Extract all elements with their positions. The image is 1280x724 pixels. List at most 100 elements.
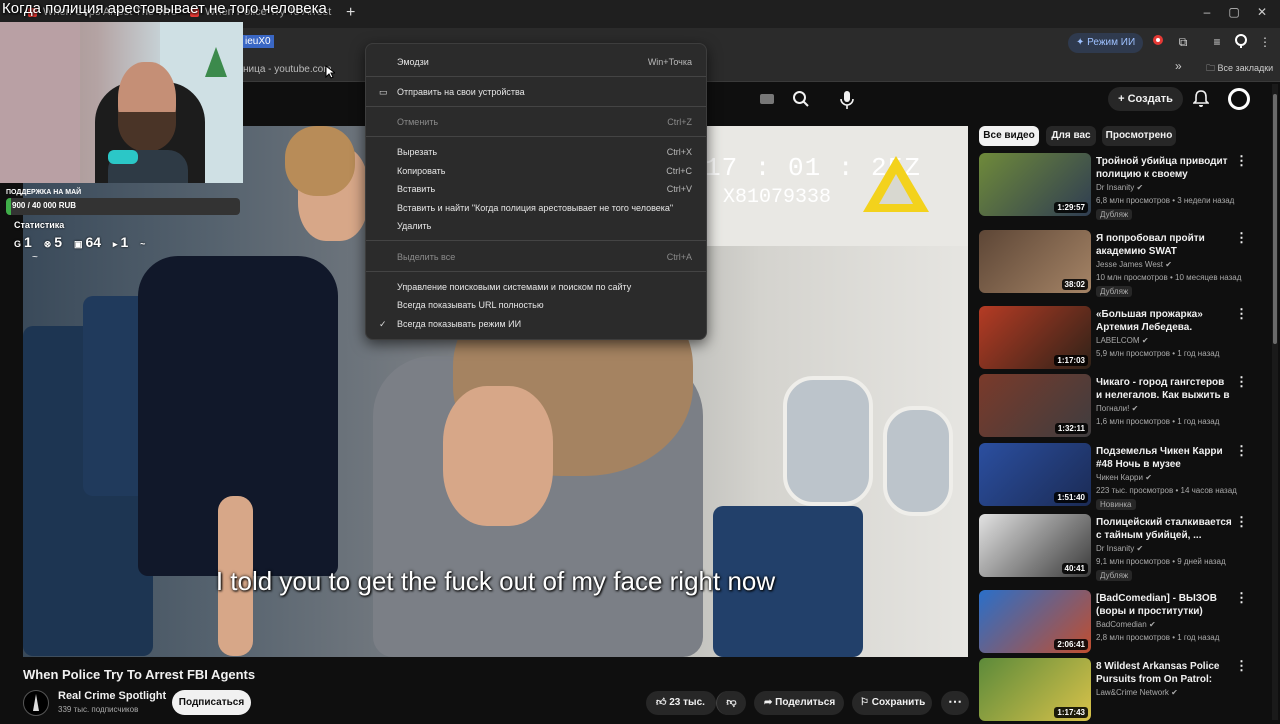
stream-stats: G1 ⊗ 5 ▣ 64 ▸ 1 ~ bbox=[14, 234, 148, 250]
donation-progress-text: 900 / 40 000 RUB bbox=[12, 201, 77, 210]
chip-watched[interactable]: Просмотрено bbox=[1102, 126, 1176, 146]
recommendation-thumbnail[interactable]: 1:17:43 bbox=[979, 658, 1091, 721]
share-button[interactable]: ➦ Поделиться bbox=[754, 691, 844, 715]
recommendation-item[interactable]: 1:51:40 Подземелья Чикен Карри #48 Ночь … bbox=[979, 443, 1249, 510]
recommendation-title[interactable]: Подземелья Чикен Карри #48 Ночь в музее … bbox=[1096, 445, 1232, 471]
airplane-window bbox=[883, 406, 953, 516]
recommendation-title[interactable]: Я попробовал пройти академию SWAT bbox=[1096, 232, 1232, 258]
stat-icon: ⊗ bbox=[43, 239, 52, 249]
context-menu-item[interactable]: ✓ Всегда показывать режим ИИ bbox=[366, 316, 706, 333]
recommendation-thumbnail[interactable]: 1:32:11 bbox=[979, 374, 1091, 437]
recommendation-channel[interactable]: LABELCOM ✔ bbox=[1096, 336, 1149, 345]
more-vert-icon[interactable]: ⋮ bbox=[1235, 590, 1248, 606]
microphone-icon[interactable] bbox=[838, 90, 856, 110]
recommendation-item[interactable]: 1:29:57 Тройной убийца приводит полицию … bbox=[979, 153, 1249, 220]
context-menu-item-label: Удалить bbox=[397, 221, 432, 231]
close-button[interactable]: ✕ bbox=[1253, 5, 1271, 23]
context-menu-item[interactable]: Копировать Ctrl+C bbox=[366, 163, 706, 180]
recommendation-channel[interactable]: Dr Insanity ✔ bbox=[1096, 183, 1143, 192]
omnibox-suggestion[interactable]: ница - youtube.com bbox=[243, 64, 332, 75]
recommendation-thumbnail[interactable]: 1:17:03 bbox=[979, 306, 1091, 369]
recommendation-channel[interactable]: BadComedian ✔ bbox=[1096, 620, 1156, 629]
browser-menu-icon[interactable]: ⋮ bbox=[1257, 34, 1273, 50]
chip-for-you[interactable]: Для вас bbox=[1046, 126, 1096, 146]
dislike-button[interactable]: 👎︎ bbox=[716, 691, 746, 715]
all-bookmarks-button[interactable]: 🗀 Все закладки bbox=[1206, 61, 1273, 77]
keyboard-icon[interactable] bbox=[760, 94, 774, 104]
recommendation-channel[interactable]: Law&Crime Network ✔ bbox=[1096, 688, 1178, 697]
more-vert-icon[interactable]: ⋮ bbox=[1235, 658, 1248, 674]
recommendation-title[interactable]: 8 Wildest Arkansas Police Pursuits from … bbox=[1096, 660, 1232, 686]
channel-avatar[interactable] bbox=[23, 690, 49, 716]
more-vert-icon[interactable]: ⋮ bbox=[1235, 443, 1248, 459]
save-button[interactable]: ⚐ Сохранить bbox=[852, 691, 932, 715]
context-menu-item[interactable]: ▭ Отправить на свои устройства bbox=[366, 84, 706, 101]
context-menu-shortcut: Ctrl+Z bbox=[667, 117, 692, 127]
recommendation-meta: 5,9 млн просмотров • 1 год назад bbox=[1096, 349, 1220, 358]
verified-icon: ✔ bbox=[1136, 544, 1144, 553]
context-menu-item-label: Всегда показывать режим ИИ bbox=[397, 319, 522, 329]
recommendation-thumbnail[interactable]: 2:06:41 bbox=[979, 590, 1091, 653]
minimize-button[interactable]: – bbox=[1198, 5, 1216, 23]
recommendation-item[interactable]: 38:02 Я попробовал пройти академию SWAT … bbox=[979, 230, 1249, 297]
context-menu-item[interactable]: Вставить Ctrl+V bbox=[366, 181, 706, 198]
recommendation-thumbnail[interactable]: 40:41 bbox=[979, 514, 1091, 577]
recommendation-channel[interactable]: Dr Insanity ✔ bbox=[1096, 544, 1143, 553]
ai-mode-button[interactable]: ✦ Режим ИИ bbox=[1068, 33, 1144, 53]
more-vert-icon[interactable]: ⋮ bbox=[1235, 153, 1248, 169]
more-vert-icon[interactable]: ⋮ bbox=[1235, 306, 1248, 322]
search-icon[interactable] bbox=[792, 90, 810, 108]
notifications-bell-icon[interactable] bbox=[1193, 90, 1209, 108]
context-menu-item[interactable]: Управление поисковыми системами и поиско… bbox=[366, 279, 706, 296]
channel-name[interactable]: Real Crime Spotlight bbox=[58, 690, 166, 702]
headphones-icon bbox=[108, 150, 138, 164]
recommendation-title[interactable]: Чикаго - город гангстеров и нелегалов. К… bbox=[1096, 376, 1232, 402]
ai-sparkle-icon: ✦ bbox=[1076, 37, 1088, 48]
recommendation-title[interactable]: Тройной убийца приводит полицию к своему… bbox=[1096, 155, 1232, 181]
recommendation-item[interactable]: 2:06:41 [BadComedian] - ВЫЗОВ (воры и пр… bbox=[979, 590, 1249, 656]
chip-all-videos[interactable]: Все видео bbox=[979, 126, 1039, 146]
recommendation-title[interactable]: Полицейский сталкивается с тайным убийце… bbox=[1096, 516, 1232, 542]
recommendation-item[interactable]: 1:32:11 Чикаго - город гангстеров и неле… bbox=[979, 374, 1249, 440]
more-vert-icon[interactable]: ⋮ bbox=[1235, 374, 1248, 390]
recommendation-thumbnail[interactable]: 1:51:40 bbox=[979, 443, 1091, 506]
recommendation-item[interactable]: 1:17:03 «Большая прожарка» Артемия Лебед… bbox=[979, 306, 1249, 372]
bookmark-icon: ⚐ bbox=[860, 697, 872, 708]
like-button[interactable]: 👍︎ 23 тыс. bbox=[646, 691, 716, 715]
account-avatar[interactable] bbox=[1228, 88, 1250, 110]
bookmarks-overflow-button[interactable]: » bbox=[1175, 59, 1182, 73]
stats-label: Статистика bbox=[14, 220, 65, 230]
thumbs-down-icon: 👎︎ bbox=[726, 697, 737, 708]
recommendation-item[interactable]: 1:17:43 8 Wildest Arkansas Police Pursui… bbox=[979, 658, 1249, 724]
recommendation-title[interactable]: [BadComedian] - ВЫЗОВ (воры и проститутк… bbox=[1096, 592, 1232, 618]
context-menu-item[interactable]: Всегда показывать URL полностью bbox=[366, 297, 706, 314]
extensions-icon[interactable]: ⧉ bbox=[1175, 34, 1191, 50]
recommendation-channel[interactable]: Jesse James West ✔ bbox=[1096, 260, 1172, 269]
context-menu-item[interactable]: Удалить bbox=[366, 218, 706, 235]
recommendation-channel[interactable]: Погнали! ✔ bbox=[1096, 404, 1138, 413]
address-bar-selected-text[interactable]: ieuX0 bbox=[242, 35, 274, 48]
scrollbar-thumb[interactable] bbox=[1273, 94, 1277, 344]
context-menu-item[interactable]: Вырезать Ctrl+X bbox=[366, 144, 706, 161]
create-button[interactable]: + Создать bbox=[1108, 87, 1183, 111]
more-actions-button[interactable]: ⋯ bbox=[941, 691, 969, 715]
maximize-button[interactable]: ▢ bbox=[1225, 5, 1243, 23]
recommendation-title[interactable]: «Большая прожарка» Артемия Лебедева. bbox=[1096, 308, 1232, 334]
recommendation-item[interactable]: 40:41 Полицейский сталкивается с тайным … bbox=[979, 514, 1249, 581]
recommendation-badge: Дубляж bbox=[1096, 209, 1133, 220]
more-vert-icon[interactable]: ⋮ bbox=[1235, 230, 1248, 246]
new-tab-button[interactable]: + bbox=[346, 4, 355, 22]
recommendation-badge: Новинка bbox=[1096, 499, 1136, 510]
more-vert-icon[interactable]: ⋮ bbox=[1235, 514, 1248, 530]
recommendation-channel[interactable]: Чикен Карри ✔ bbox=[1096, 473, 1152, 482]
recommendation-meta: 1,6 млн просмотров • 1 год назад bbox=[1096, 417, 1220, 426]
alice-assistant-icon[interactable] bbox=[1233, 34, 1249, 50]
recommendation-thumbnail[interactable]: 38:02 bbox=[979, 230, 1091, 293]
context-menu-item[interactable]: Эмодзи Win+Точка bbox=[366, 54, 706, 71]
context-menu-item[interactable]: Вставить и найти "Когда полиция арестовы… bbox=[366, 200, 706, 217]
subscribe-button[interactable]: Подписаться bbox=[172, 690, 251, 715]
extension-record-icon[interactable] bbox=[1150, 34, 1166, 50]
context-menu-item: Выделить все Ctrl+A bbox=[366, 249, 706, 266]
recommendation-thumbnail[interactable]: 1:29:57 bbox=[979, 153, 1091, 216]
playlist-icon[interactable]: ≡ bbox=[1209, 34, 1225, 50]
